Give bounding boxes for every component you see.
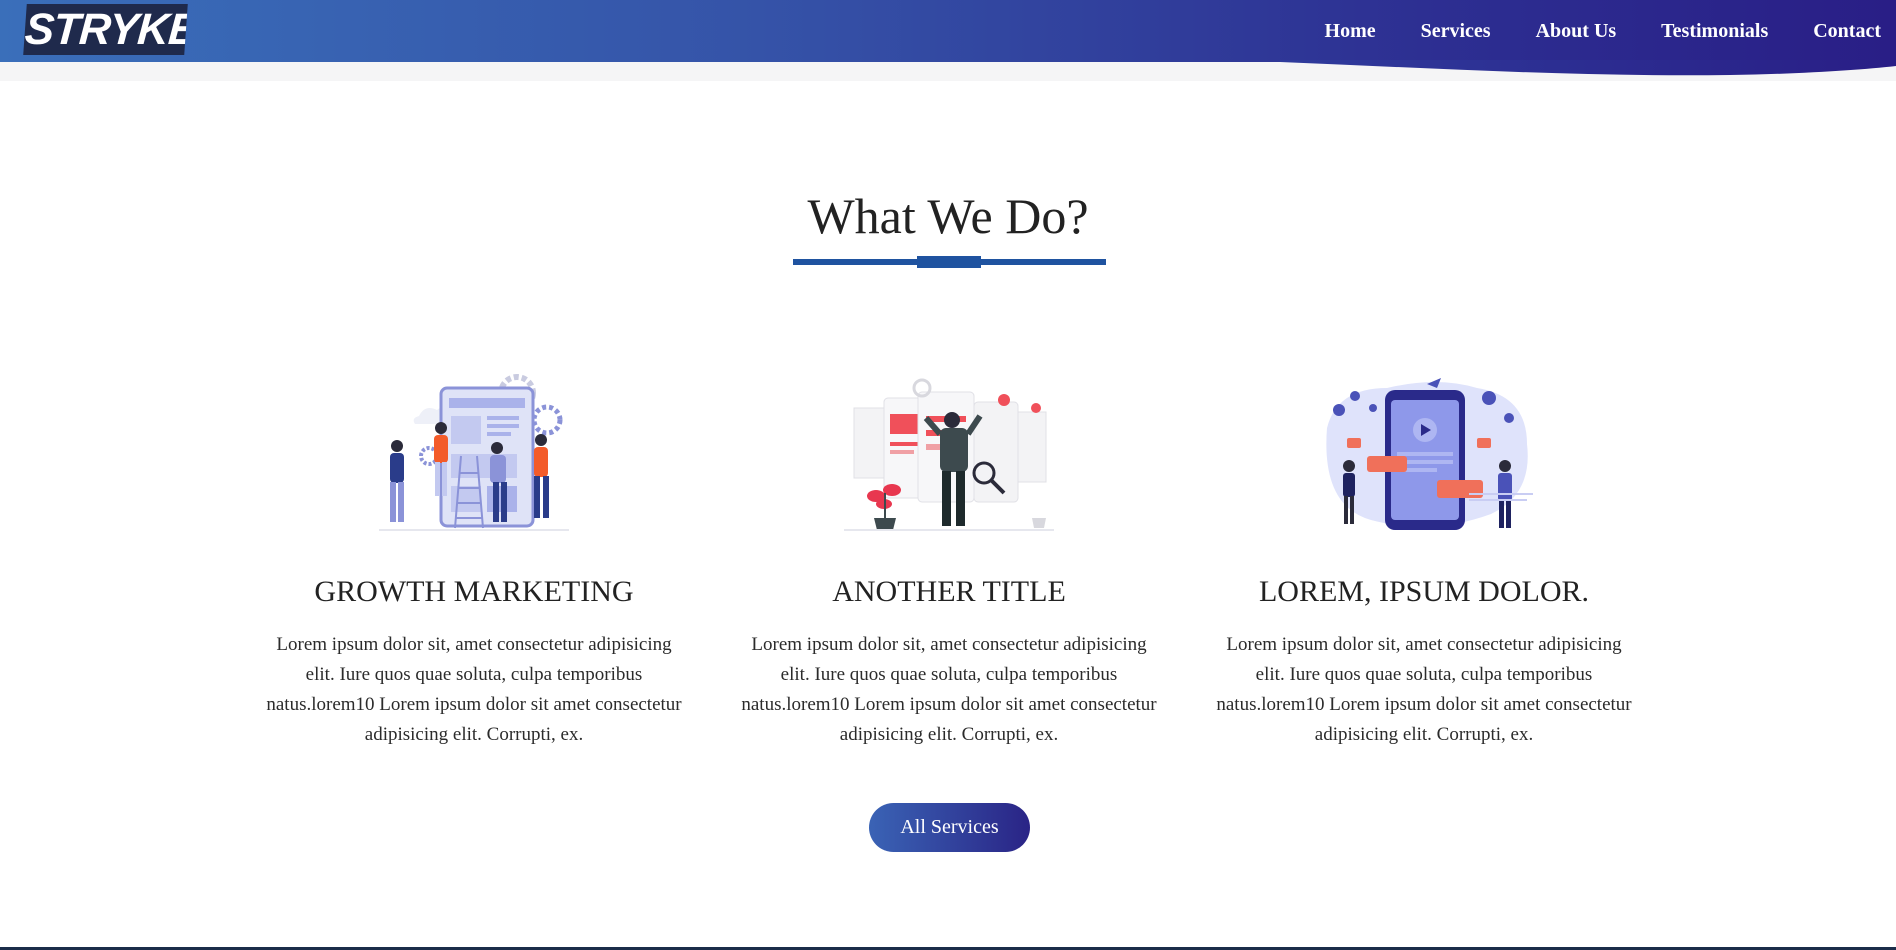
nav-link-about-us[interactable]: About Us xyxy=(1536,20,1617,43)
service-title: ANOTHER TITLE xyxy=(832,575,1066,608)
service-card-growth-marketing: GROWTH MARKETING Lorem ipsum dolor sit, … xyxy=(259,368,689,750)
nav-links: Home Services About Us Testimonials Cont… xyxy=(1280,0,1896,62)
service-card-lorem-ipsum-dolor: LOREM, IPSUM DOLOR. Lorem ipsum dolor si… xyxy=(1209,368,1639,750)
service-title: GROWTH MARKETING xyxy=(314,575,634,608)
nav-link-home[interactable]: Home xyxy=(1325,20,1376,43)
all-services-button[interactable]: All Services xyxy=(869,803,1030,852)
service-description: Lorem ipsum dolor sit, amet consectetur … xyxy=(741,634,1157,745)
service-card-another-title: ANOTHER TITLE Lorem ipsum dolor sit, ame… xyxy=(734,368,1164,750)
title-underline-accent xyxy=(917,256,981,268)
top-navbar: STRYKER Home Services About Us Testimoni… xyxy=(0,0,1896,62)
service-title: LOREM, IPSUM DOLOR. xyxy=(1258,575,1590,608)
service-description: Lorem ipsum dolor sit, amet consectetur … xyxy=(1216,634,1632,745)
developer-reviewing-screens-illustration xyxy=(844,378,1054,531)
service-description: Lorem ipsum dolor sit, amet consectetur … xyxy=(266,634,682,745)
nav-link-testimonials[interactable]: Testimonials xyxy=(1661,20,1768,43)
nav-wave-decoration xyxy=(1280,60,1896,76)
nav-link-contact[interactable]: Contact xyxy=(1813,20,1881,43)
social-media-phone-illustration xyxy=(1326,378,1533,530)
nav-link-services[interactable]: Services xyxy=(1421,20,1491,43)
brand-logo[interactable]: STRYKER xyxy=(23,4,188,55)
section-title: What We Do? xyxy=(807,188,1089,244)
team-building-app-illustration xyxy=(379,374,569,531)
